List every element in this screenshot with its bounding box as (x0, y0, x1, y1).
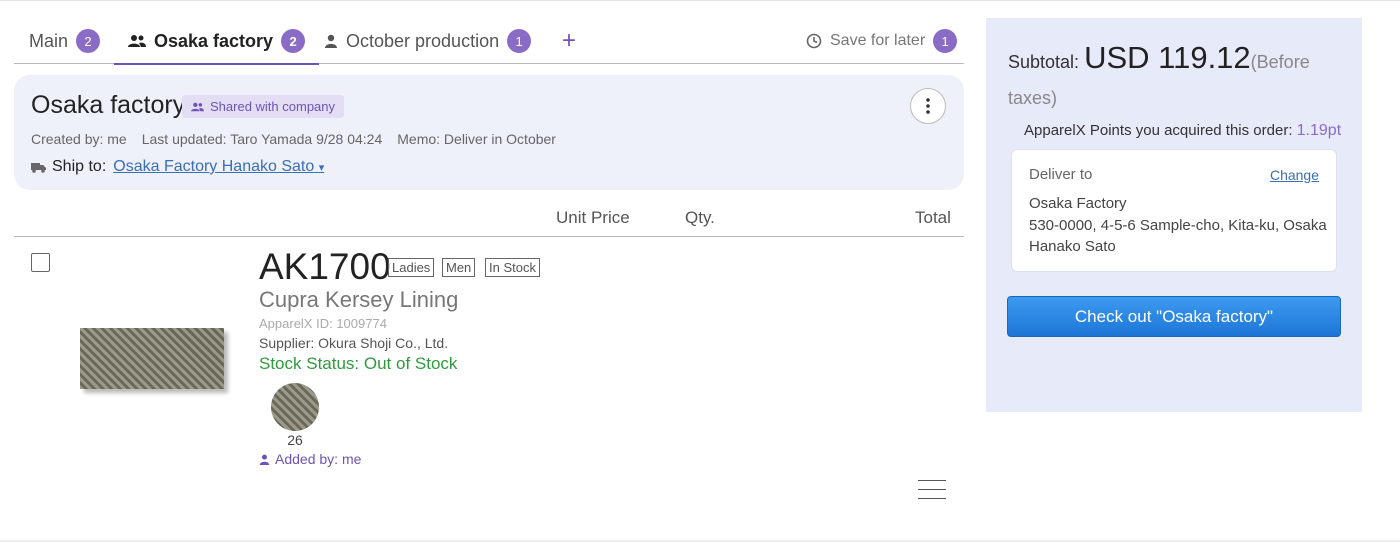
tag-men: Men (442, 258, 476, 277)
memo: Memo: Deliver in October (397, 131, 556, 147)
cart-tabs: Main 2 Osaka factory 2 October productio… (14, 18, 964, 65)
tab-label: Main (29, 30, 69, 51)
clock-icon (806, 33, 822, 49)
product-image[interactable] (80, 328, 224, 389)
address-line: Osaka Factory (1029, 195, 1127, 212)
checkout-button[interactable]: Check out "Osaka factory" (1007, 296, 1341, 337)
subtotal-amount: USD 119.12 (1084, 40, 1251, 75)
shared-label: Shared with company (210, 99, 336, 114)
list-meta: Created by: me Last updated: Taro Yamada… (31, 131, 571, 147)
item-name: Cupra Kersey Lining (259, 287, 459, 312)
more-vertical-icon (926, 98, 930, 114)
ship-to: Ship to: Osaka Factory Hanako Sato ▾ (31, 158, 324, 176)
ship-to-value: Osaka Factory Hanako Sato (113, 158, 315, 175)
save-for-later-count: 1 (933, 29, 958, 53)
added-by-label: Added by: me (275, 451, 362, 467)
group-icon (128, 35, 146, 47)
tag-in-stock: In Stock (485, 258, 540, 277)
tab-count-badge: 1 (507, 29, 532, 53)
ship-to-label: Ship to: (52, 158, 107, 175)
address-line: 530-0000, 4-5-6 Sample-cho, Kita-ku, Osa… (1029, 217, 1327, 234)
save-for-later-tab[interactable]: Save for later 1 (806, 18, 958, 64)
caret-down-icon: ▾ (318, 162, 325, 174)
tab-label: October production (346, 30, 500, 51)
column-header-total: Total (915, 208, 951, 227)
tag-ladies: Ladies (388, 258, 435, 277)
header-divider (14, 236, 964, 237)
more-options-button[interactable] (910, 88, 946, 124)
list-header-card: Osaka factory Shared with company Create… (14, 75, 964, 190)
deliver-to-label: Deliver to (1029, 166, 1093, 183)
color-swatch[interactable] (271, 383, 319, 431)
points-value: 1.19pt (1296, 122, 1342, 139)
tab-count-badge: 2 (76, 29, 101, 53)
tab-label: Osaka factory (154, 30, 274, 51)
change-address-link[interactable]: Change (1270, 167, 1319, 183)
item-checkbox[interactable] (31, 253, 50, 272)
drag-handle-icon[interactable] (918, 480, 946, 500)
column-header-qty: Qty. (685, 208, 715, 227)
ship-to-dropdown[interactable]: Osaka Factory Hanako Sato ▾ (113, 158, 324, 176)
added-by: Added by: me (259, 451, 361, 467)
column-header-unit-price: Unit Price (556, 208, 630, 227)
shared-badge: Shared with company (182, 95, 345, 118)
group-icon (191, 102, 204, 111)
created-by: Created by: me (31, 131, 127, 147)
add-tab-button[interactable]: + (562, 18, 576, 64)
order-summary-panel: Subtotal: USD 119.12(Before taxes) Appar… (986, 18, 1362, 412)
person-icon (325, 34, 337, 48)
stock-status: Stock Status: Out of Stock (259, 354, 458, 373)
subtotal-label: Subtotal: (1008, 52, 1080, 72)
color-swatch-label: 26 (287, 432, 303, 448)
points-earned: ApparelX Points you acquired this order:… (1024, 122, 1341, 140)
tab-count-badge: 2 (281, 29, 306, 53)
tab-main[interactable]: Main 2 (29, 18, 101, 64)
truck-icon (31, 162, 46, 173)
tab-osaka-factory[interactable]: Osaka factory 2 (113, 18, 320, 65)
last-updated: Last updated: Taro Yamada 9/28 04:24 (141, 131, 383, 147)
item-sku[interactable]: AK1700 (259, 246, 391, 288)
save-for-later-label: Save for later (830, 32, 926, 49)
points-label: ApparelX Points you acquired this order: (1024, 122, 1293, 139)
top-divider (0, 0, 1400, 1)
address-line: Hanako Sato (1029, 238, 1116, 255)
subtotal: Subtotal: USD 119.12(Before taxes) (1008, 40, 1328, 116)
tab-october-production[interactable]: October production 1 (324, 18, 532, 64)
item-supplier: Supplier: Okura Shoji Co., Ltd. (259, 335, 449, 351)
person-icon (259, 454, 270, 465)
deliver-to-card: Deliver to Change Osaka Factory 530-0000… (1011, 149, 1337, 272)
list-title: Osaka factory (31, 91, 186, 119)
item-id: ApparelX ID: 1009774 (259, 316, 387, 331)
